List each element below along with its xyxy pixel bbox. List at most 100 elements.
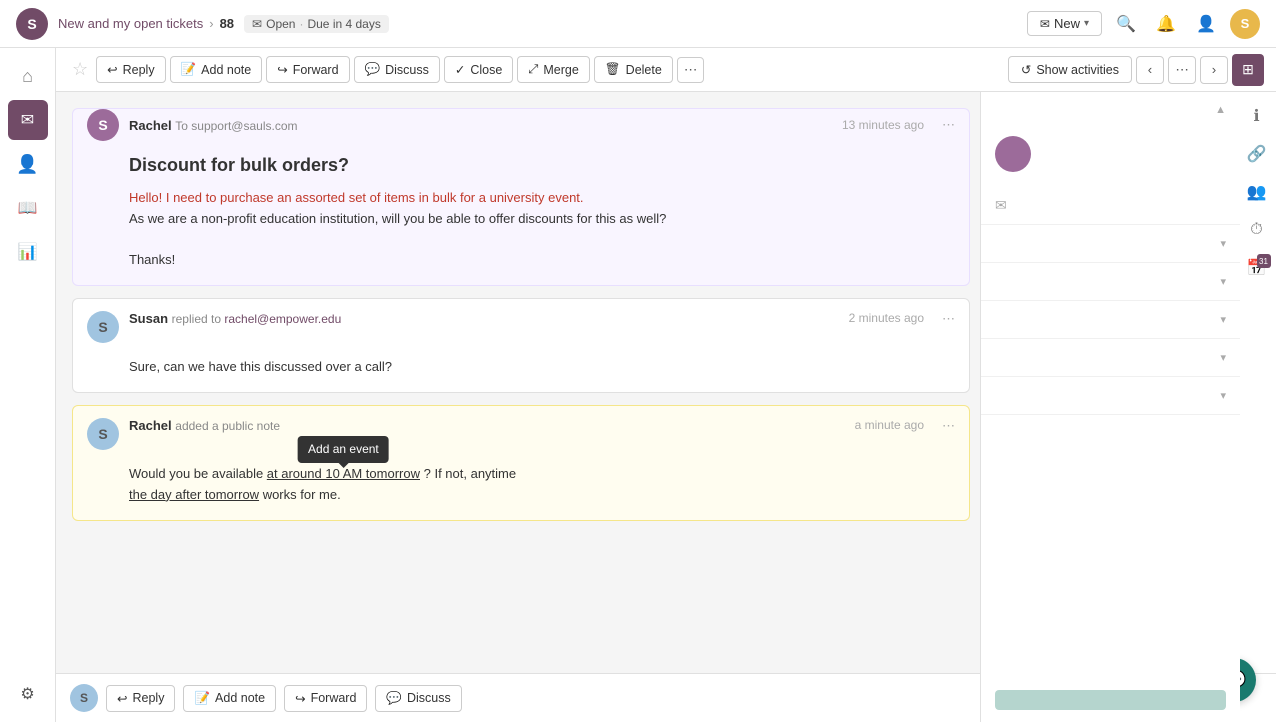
- co-todo-header[interactable]: ▾: [981, 339, 1240, 376]
- discuss-icon: 💬: [365, 62, 381, 77]
- body-prefix-3: Would you be available: [129, 466, 267, 481]
- nav-more-button[interactable]: ⋯: [1168, 56, 1196, 84]
- contact-details-section: ▲ ✉: [981, 92, 1240, 225]
- delete-icon: 🗑: [605, 62, 621, 77]
- bottom-note-icon: 📝: [194, 691, 210, 706]
- star-button[interactable]: ☆: [68, 55, 92, 84]
- app-logo: S: [16, 8, 48, 40]
- contact-details-header[interactable]: ▲: [981, 92, 1240, 128]
- notifications-button[interactable]: 🔔: [1150, 8, 1182, 40]
- body-line-2: As we are a non-profit education institu…: [129, 211, 666, 226]
- tooltip-container: Add an event at around 10 AM tomorrow: [267, 464, 420, 485]
- message-header-3: S Rachel added a public note a minute ag…: [73, 406, 969, 458]
- message-body-3: Would you be available Add an event at a…: [73, 458, 969, 520]
- link-at-around[interactable]: at around 10 AM tomorrow: [267, 466, 420, 481]
- co-parent-child-header[interactable]: ▾: [981, 263, 1240, 300]
- grid-view-button[interactable]: ⊞: [1232, 54, 1264, 86]
- susan-reply-card: S Susan replied to rachel@empower.edu 2 …: [72, 298, 970, 393]
- people-panel-icon[interactable]: 👥: [1243, 178, 1271, 206]
- body-suffix-3: works for me.: [263, 487, 341, 502]
- recent-ticket-item: ✉: [995, 196, 1226, 214]
- user-avatar[interactable]: S: [1230, 9, 1260, 39]
- sidebar-item-knowledge[interactable]: 📖: [8, 188, 48, 228]
- message-meta-2: Susan replied to rachel@empower.edu: [129, 311, 839, 326]
- link-panel-icon[interactable]: 🔗: [1243, 140, 1271, 168]
- breadcrumb-label[interactable]: New and my open tickets: [58, 16, 203, 31]
- bottom-reply-button[interactable]: ↩ Reply: [106, 685, 175, 712]
- forward-button[interactable]: ↪ Forward: [266, 56, 349, 83]
- sidebar-item-home[interactable]: ⌂: [8, 56, 48, 96]
- co-update-container: [981, 676, 1240, 722]
- new-button[interactable]: ✉ New ▾: [1027, 11, 1102, 36]
- co-linked-tickets-chevron: ▾: [1220, 237, 1226, 250]
- new-btn-chevron: ▾: [1084, 18, 1089, 29]
- message-more-3[interactable]: ⋯: [942, 418, 955, 434]
- co-google-calendar-section: ▾: [981, 377, 1240, 415]
- subject-card: S Rachel To support@sauls.com 13 minutes…: [72, 108, 970, 286]
- contact-details-panel: ▲ ✉ ▾: [980, 92, 1240, 722]
- bottom-forward-button[interactable]: ↪ Forward: [284, 685, 367, 712]
- body-line-3: Thanks!: [129, 252, 175, 267]
- co-parent-child-section: ▾: [981, 263, 1240, 301]
- body-mid-3: ? If not, anytime: [424, 466, 517, 481]
- close-button[interactable]: ✓ Close: [444, 56, 513, 83]
- reply-button[interactable]: ↩ Reply: [96, 56, 165, 83]
- contact-card: [981, 128, 1240, 182]
- bottom-discuss-button[interactable]: 💬 Discuss: [375, 685, 461, 712]
- link-day-after[interactable]: the day after tomorrow: [129, 487, 259, 502]
- show-activities-button[interactable]: ↺ Show activities: [1008, 56, 1132, 83]
- activities-icon: ↺: [1021, 62, 1031, 77]
- forward-icon: ↪: [277, 62, 287, 77]
- bottom-discuss-icon: 💬: [386, 691, 402, 706]
- search-button[interactable]: 🔍: [1110, 8, 1142, 40]
- co-time-logs-header[interactable]: ▾: [981, 301, 1240, 338]
- ticket-count: 88: [220, 16, 234, 31]
- contact-avatar: [995, 136, 1031, 172]
- discuss-button[interactable]: 💬 Discuss: [354, 56, 440, 83]
- add-note-button[interactable]: 📝 Add note: [170, 56, 263, 83]
- message-body-1: Hello! I need to purchase an assorted se…: [73, 182, 969, 285]
- co-linked-tickets-header[interactable]: ▾: [981, 225, 1240, 262]
- ticket-subject: Discount for bulk orders?: [73, 141, 969, 182]
- clock-panel-icon[interactable]: ⏱: [1243, 216, 1271, 244]
- calendar-panel-icon[interactable]: 📅 31: [1243, 254, 1271, 282]
- action-toolbar: ☆ ↩ Reply 📝 Add note ↪ Forward 💬 Discuss…: [56, 48, 1276, 92]
- bottom-forward-icon: ↪: [295, 691, 305, 706]
- co-google-calendar-header[interactable]: ▾: [981, 377, 1240, 414]
- sidebar-item-tickets[interactable]: ✉: [8, 100, 48, 140]
- sender-name-2: Susan: [129, 311, 168, 326]
- message-meta-1: Rachel To support@sauls.com: [129, 118, 832, 133]
- bottom-add-note-button[interactable]: 📝 Add note: [183, 685, 276, 712]
- message-meta-3: Rachel added a public note: [129, 418, 845, 433]
- next-ticket-button[interactable]: ›: [1200, 56, 1228, 84]
- sender-name-3: Rachel: [129, 418, 172, 433]
- sender-detail-1: To support@sauls.com: [175, 119, 297, 133]
- sender-detail-3: added a public note: [175, 419, 280, 433]
- reply-icon: ↩: [107, 62, 117, 77]
- info-panel-icon[interactable]: ℹ: [1243, 102, 1271, 130]
- sidebar-item-reports[interactable]: 📊: [8, 232, 48, 272]
- ticket-area: S Rachel To support@sauls.com 13 minutes…: [56, 92, 986, 673]
- sidebar-item-contacts[interactable]: 👤: [8, 144, 48, 184]
- prev-ticket-button[interactable]: ‹: [1136, 56, 1164, 84]
- message-more-2[interactable]: ⋯: [942, 311, 955, 327]
- merge-button[interactable]: ⤢ Merge: [517, 56, 589, 83]
- sidebar-item-settings[interactable]: ⚙: [8, 674, 48, 714]
- highlight-text: Hello! I need to purchase an assorted se…: [129, 190, 584, 205]
- co-todo-section: ▾: [981, 339, 1240, 377]
- more-actions-button[interactable]: ⋯: [677, 57, 704, 83]
- message-more-1[interactable]: ⋯: [942, 117, 955, 133]
- rachel-avatar-main: S: [87, 109, 119, 141]
- co-update-button[interactable]: [995, 690, 1226, 710]
- co-todo-chevron: ▾: [1220, 351, 1226, 364]
- message-header-2: S Susan replied to rachel@empower.edu 2 …: [73, 299, 969, 351]
- merge-icon: ⤢: [528, 62, 538, 77]
- susan-avatar: S: [87, 311, 119, 343]
- co-parent-child-chevron: ▾: [1220, 275, 1226, 288]
- delete-button[interactable]: 🗑 Delete: [594, 56, 673, 83]
- message-time-1: 13 minutes ago: [842, 118, 924, 132]
- top-bar-right: ✉ New ▾ 🔍 🔔 👤 S: [1027, 8, 1260, 40]
- recent-tickets-field: ✉: [981, 188, 1240, 224]
- bottom-avatar: S: [70, 684, 98, 712]
- profile-button[interactable]: 👤: [1190, 8, 1222, 40]
